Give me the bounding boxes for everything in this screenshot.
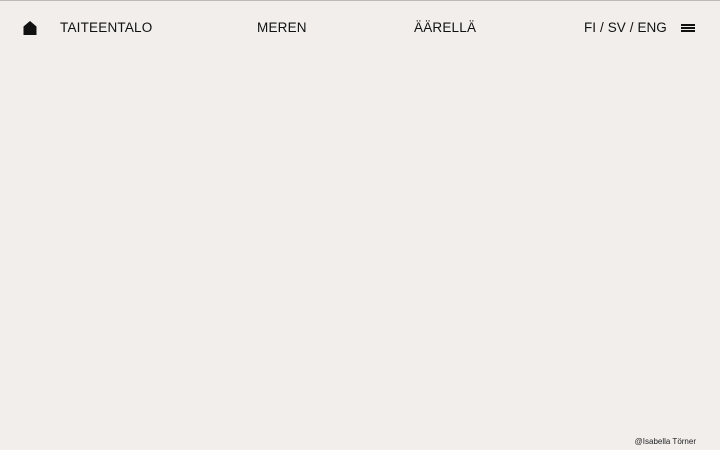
language-option-fi[interactable]: FI <box>584 19 596 37</box>
language-switcher: FI / SV / ENG <box>584 19 667 37</box>
language-option-sv[interactable]: SV <box>608 19 626 37</box>
language-separator: / <box>600 20 604 35</box>
photo-credit: @Isabella Törner <box>634 437 696 446</box>
site-header: TAITEENTALO MEREN ÄÄRELLÄ FI / SV / ENG <box>0 0 720 56</box>
menu-bar-bottom <box>681 30 695 32</box>
nav-title-word-3[interactable]: ÄÄRELLÄ <box>414 19 476 37</box>
hamburger-menu-icon[interactable] <box>681 22 695 34</box>
nav-title-word-1[interactable]: TAITEENTALO <box>60 19 152 37</box>
nav-title-word-2[interactable]: MEREN <box>257 19 307 37</box>
menu-bar-top <box>681 24 695 26</box>
menu-bar-middle <box>681 27 695 29</box>
home-icon[interactable] <box>22 20 38 36</box>
language-separator: / <box>629 20 634 35</box>
language-option-eng[interactable]: ENG <box>638 19 667 37</box>
